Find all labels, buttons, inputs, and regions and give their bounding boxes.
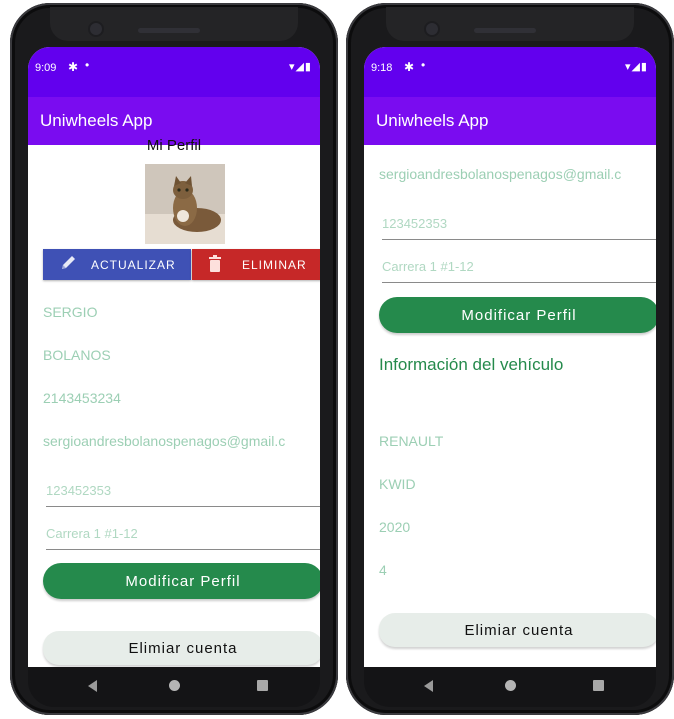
front-camera — [90, 23, 102, 35]
settings-notification-icon: ✱ — [404, 60, 415, 74]
wifi-signal-battery-icon: ▾◢▮ — [624, 61, 648, 73]
id-number-value: 2143453234 — [43, 390, 121, 406]
phone-field[interactable]: 123452353 — [382, 208, 656, 240]
delete-account-button[interactable]: Elimiar cuenta — [379, 613, 656, 647]
last-name-value: BOLANOS — [43, 347, 111, 363]
recent-apps-icon[interactable] — [257, 680, 268, 691]
pencil-icon — [59, 254, 79, 275]
notification-dot-icon: • — [85, 58, 90, 72]
profile-photo[interactable] — [145, 164, 225, 244]
phone-top-bezel — [50, 7, 298, 41]
status-bar: 9:18 ✱ • ▾◢▮ — [364, 47, 656, 97]
vehicle-model-value: KWID — [379, 476, 416, 492]
modify-profile-button[interactable]: Modificar Perfil — [43, 563, 320, 599]
status-time: 9:09 — [35, 62, 57, 74]
earpiece-speaker — [138, 28, 200, 33]
phone-top-bezel — [386, 7, 634, 41]
cat-photo-icon — [145, 164, 225, 244]
screen: 9:09 ✱ • ▾◢▮ Uniwheels App Mi Perfil ACT… — [28, 47, 320, 667]
phone-field[interactable]: 123452353 — [46, 475, 320, 507]
vehicle-seats-value: 4 — [379, 562, 387, 578]
front-camera — [426, 23, 438, 35]
phone-right: 9:18 ✱ • ▾◢▮ Uniwheels App sergioandresb… — [346, 3, 674, 715]
first-name-value: SERGIO — [43, 304, 98, 320]
status-bar: 9:09 ✱ • ▾◢▮ — [28, 47, 320, 97]
app-bar: Uniwheels App — [364, 97, 656, 145]
navigation-bar — [28, 667, 320, 707]
phone-left: 9:09 ✱ • ▾◢▮ Uniwheels App Mi Perfil ACT… — [10, 3, 338, 715]
profile-content[interactable]: Mi Perfil ACTUALIZAR ELIMINAR SERGIO BOL… — [28, 137, 320, 667]
earpiece-speaker — [474, 28, 536, 33]
delete-button[interactable]: ELIMINAR — [192, 249, 320, 280]
status-time: 9:18 — [371, 62, 393, 74]
back-icon[interactable] — [424, 680, 433, 692]
update-button-label: ACTUALIZAR — [91, 257, 176, 272]
vehicle-year-value: 2020 — [379, 519, 411, 535]
address-field[interactable]: Carrera 1 #1-12 — [46, 518, 320, 550]
wifi-signal-battery-icon: ▾◢▮ — [288, 61, 312, 73]
trash-icon — [208, 254, 224, 275]
home-icon[interactable] — [169, 680, 180, 691]
address-field[interactable]: Carrera 1 #1-12 — [382, 251, 656, 283]
delete-button-label: ELIMINAR — [242, 257, 307, 272]
screen: 9:18 ✱ • ▾◢▮ Uniwheels App sergioandresb… — [364, 47, 656, 667]
recent-apps-icon[interactable] — [593, 680, 604, 691]
delete-account-button[interactable]: Elimiar cuenta — [43, 631, 320, 665]
profile-content[interactable]: sergioandresbolanospenagos@gmail.c 12345… — [364, 145, 656, 667]
navigation-bar — [364, 667, 656, 707]
email-value: sergioandresbolanospenagos@gmail.c — [379, 166, 622, 182]
modify-profile-button[interactable]: Modificar Perfil — [379, 297, 656, 333]
vehicle-section-title: Información del vehículo — [379, 355, 564, 374]
page-title: Mi Perfil — [146, 137, 202, 154]
notification-dot-icon: • — [421, 58, 426, 72]
app-title: Uniwheels App — [40, 111, 153, 130]
app-title: Uniwheels App — [376, 111, 489, 130]
email-value: sergioandresbolanospenagos@gmail.c — [43, 433, 286, 449]
home-icon[interactable] — [505, 680, 516, 691]
vehicle-brand-value: RENAULT — [379, 433, 444, 449]
update-button[interactable]: ACTUALIZAR — [43, 249, 191, 280]
settings-notification-icon: ✱ — [68, 60, 79, 74]
back-icon[interactable] — [88, 680, 97, 692]
